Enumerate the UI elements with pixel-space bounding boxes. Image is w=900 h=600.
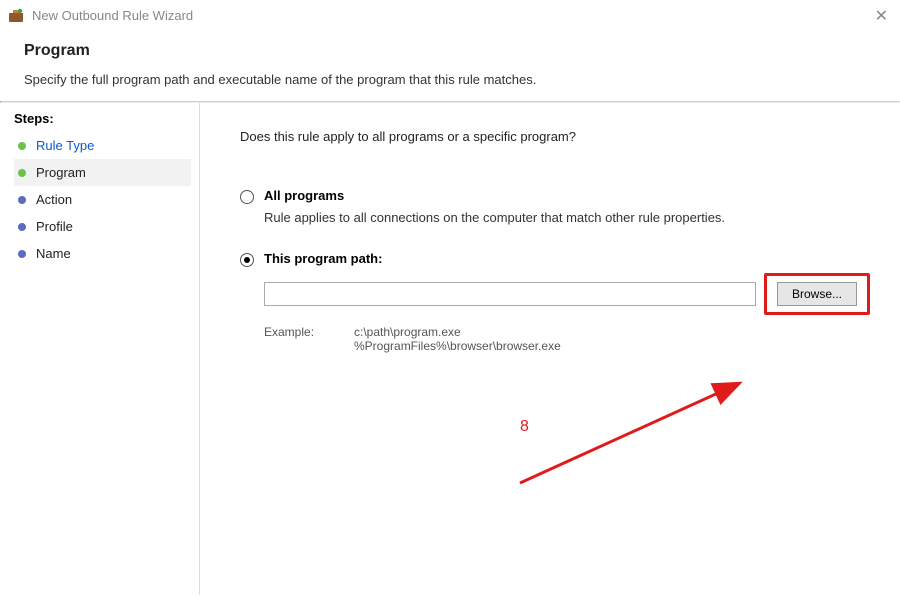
- program-path-input[interactable]: [264, 282, 756, 306]
- bullet-icon: [18, 223, 26, 231]
- browse-highlight: Browse...: [764, 273, 870, 315]
- step-label: Action: [36, 192, 72, 207]
- radio-program-path[interactable]: [240, 253, 254, 267]
- step-action[interactable]: Action: [14, 186, 191, 213]
- bullet-icon: [18, 196, 26, 204]
- example-row: Example: c:\path\program.exe %ProgramFil…: [264, 325, 870, 353]
- step-label: Rule Type: [36, 138, 94, 153]
- header-area: Program Specify the full program path an…: [0, 30, 900, 101]
- annotation-arrow-icon: [500, 373, 760, 493]
- page-subtitle: Specify the full program path and execut…: [24, 72, 876, 87]
- titlebar: New Outbound Rule Wizard ✕: [0, 0, 900, 30]
- option-all-programs-row[interactable]: All programs: [240, 188, 870, 204]
- annotation-number: 8: [520, 418, 529, 436]
- step-label: Profile: [36, 219, 73, 234]
- step-label: Name: [36, 246, 71, 261]
- browse-button[interactable]: Browse...: [777, 282, 857, 306]
- main-panel: Does this rule apply to all programs or …: [200, 103, 900, 595]
- step-rule-type[interactable]: Rule Type: [14, 132, 191, 159]
- bullet-icon: [18, 142, 26, 150]
- steps-label: Steps:: [14, 111, 191, 126]
- page-heading: Program: [24, 42, 876, 60]
- body: Steps: Rule Type Program Action Profile …: [0, 103, 900, 595]
- option-program-path-row[interactable]: This program path:: [240, 251, 870, 267]
- window-title: New Outbound Rule Wizard: [32, 8, 193, 23]
- radio-all-programs[interactable]: [240, 190, 254, 204]
- bullet-icon: [18, 250, 26, 258]
- steps-sidebar: Steps: Rule Type Program Action Profile …: [0, 103, 200, 595]
- program-path-row: Browse...: [264, 273, 870, 315]
- option-all-programs-desc: Rule applies to all connections on the c…: [264, 210, 870, 225]
- wizard-icon: [8, 7, 24, 23]
- step-label: Program: [36, 165, 86, 180]
- option-all-programs-label: All programs: [264, 188, 344, 203]
- option-program-path-label: This program path:: [264, 251, 382, 266]
- close-icon[interactable]: ✕: [875, 6, 888, 26]
- step-profile[interactable]: Profile: [14, 213, 191, 240]
- step-name[interactable]: Name: [14, 240, 191, 267]
- question-text: Does this rule apply to all programs or …: [240, 129, 870, 144]
- example-text: c:\path\program.exe %ProgramFiles%\brows…: [354, 325, 561, 353]
- bullet-icon: [18, 169, 26, 177]
- wizard-window: New Outbound Rule Wizard ✕ Program Speci…: [0, 0, 900, 600]
- example-label: Example:: [264, 325, 354, 353]
- step-program[interactable]: Program: [14, 159, 191, 186]
